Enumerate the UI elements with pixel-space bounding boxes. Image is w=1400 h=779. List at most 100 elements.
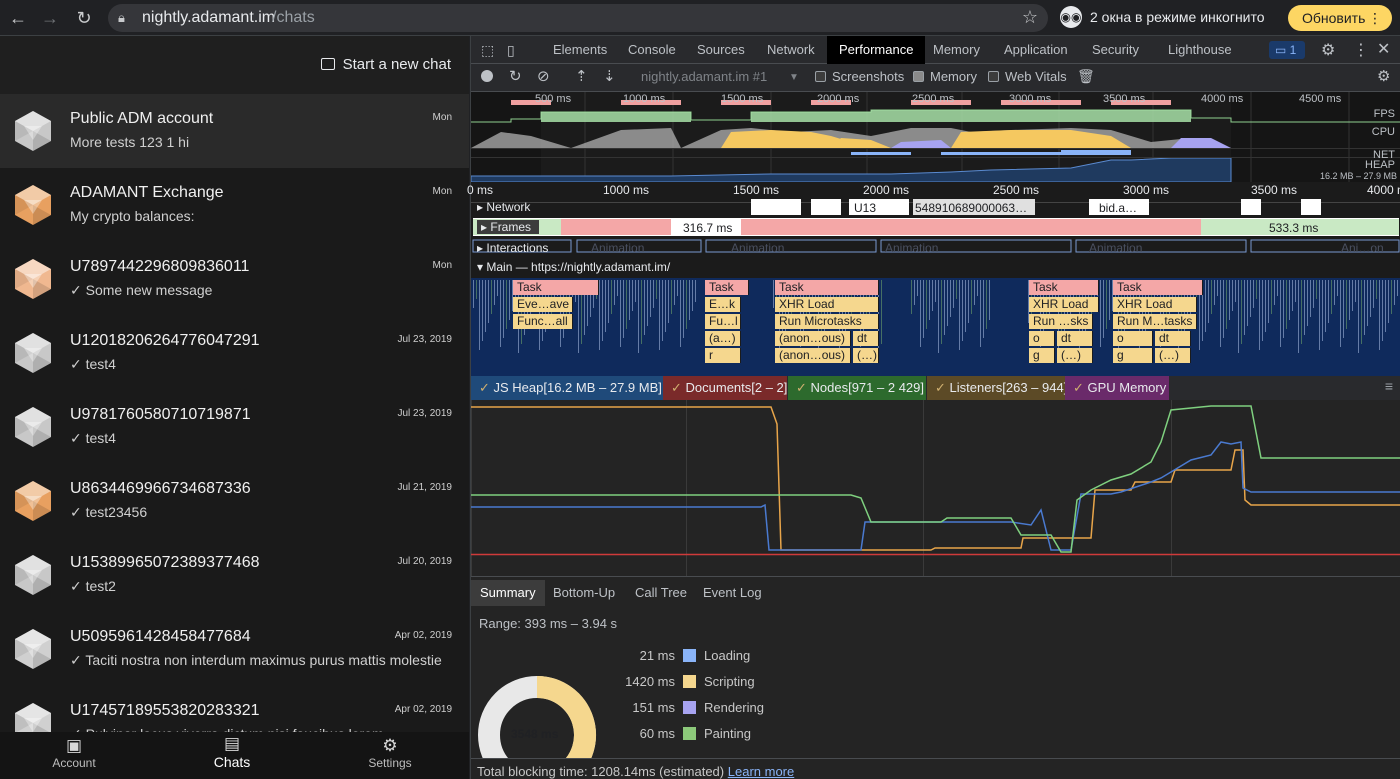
- flame-block-anon[interactable]: (anon…ous): [775, 348, 851, 363]
- devtools-menu-icon[interactable]: ⋮: [1353, 40, 1369, 60]
- main-thread-track[interactable]: ▾ Main — https://nightly.adamant.im/: [477, 260, 670, 274]
- chat-list-item[interactable]: Public ADM account More tests 123 1 hi Mon: [0, 94, 469, 168]
- timeline-overview[interactable]: FPS CPU NET HEAP 16.2 MB – 27.9 MB 500 m…: [471, 92, 1400, 182]
- flame-block-o[interactable]: o: [1113, 331, 1153, 346]
- devtools-settings-icon[interactable]: ⚙: [1321, 40, 1335, 60]
- start-new-chat-button[interactable]: Start a new chat: [320, 56, 451, 73]
- flame-block-g[interactable]: g: [1113, 348, 1153, 363]
- flame-block-micro[interactable]: Run Microtasks: [775, 314, 879, 329]
- download-icon[interactable]: ⇣: [603, 67, 616, 85]
- upload-icon[interactable]: ⇡: [575, 67, 588, 85]
- back-arrow-icon[interactable]: ←: [6, 6, 30, 30]
- tab-security[interactable]: Security: [1092, 36, 1139, 64]
- tab-lighthouse[interactable]: Lighthouse: [1168, 36, 1232, 64]
- tab-sources[interactable]: Sources: [697, 36, 745, 64]
- flame-block-o[interactable]: o: [1029, 331, 1055, 346]
- flame-block-eveave[interactable]: Eve…ave: [513, 297, 573, 312]
- flame-block-dt[interactable]: dt: [1057, 331, 1093, 346]
- chat-list-item[interactable]: U12018206264776047291 ✓ test4 Jul 23, 2019: [0, 316, 469, 390]
- tab-elements[interactable]: Elements: [553, 36, 607, 64]
- tab-application[interactable]: Application: [1004, 36, 1068, 64]
- flame-block-g[interactable]: g: [1029, 348, 1055, 363]
- flame-block-ellipsis_paren[interactable]: (…): [853, 348, 879, 363]
- counter-checkbox[interactable]: ✓ Documents[2 – 2]: [663, 376, 787, 400]
- clear-icon[interactable]: ⊘: [537, 67, 550, 85]
- tab-memory[interactable]: Memory: [933, 36, 980, 64]
- chat-list-item[interactable]: U9781760580710719871 ✓ test4 Jul 23, 2019: [0, 390, 469, 464]
- reload-icon[interactable]: ↻: [72, 6, 96, 30]
- flame-block-xhr[interactable]: XHR Load: [775, 297, 879, 312]
- bookmark-star-icon[interactable]: ☆: [1022, 7, 1038, 28]
- counter-checkbox[interactable]: ✓ GPU Memory: [1065, 376, 1169, 400]
- counter-checkbox[interactable]: ✓ JS Heap[16.2 MB – 27.9 MB]: [471, 376, 663, 400]
- inspect-element-icon[interactable]: ⬚: [481, 42, 494, 59]
- profile-select[interactable]: nightly.adamant.im #1: [641, 69, 767, 84]
- frames-track[interactable]: ▸ Frames: [477, 220, 540, 234]
- interactions-track[interactable]: ▸ Interactions: [477, 241, 548, 255]
- issues-badge[interactable]: ▭ 1: [1269, 41, 1305, 59]
- tab-summary[interactable]: Summary: [471, 580, 545, 606]
- tab-performance[interactable]: Performance: [827, 36, 926, 64]
- tab-console[interactable]: Console: [628, 36, 676, 64]
- chat-list-item[interactable]: U8634469966734687336 ✓ test23456 Jul 21, 2…: [0, 464, 469, 538]
- flame-chart[interactable]: ▸ Network U13 548910689000063… bid.a… ▸ …: [467, 182, 1400, 376]
- counters-menu-icon[interactable]: ≡: [1385, 378, 1393, 394]
- chat-list-item[interactable]: U5095961428458477684 ✓ Taciti nostra non …: [0, 612, 469, 686]
- network-request-long[interactable]: 548910689000063…: [915, 201, 1027, 215]
- memory-checkbox[interactable]: Memory: [913, 69, 977, 84]
- flame-block-task[interactable]: Task: [1113, 280, 1203, 295]
- screenshots-checkbox[interactable]: Screenshots: [815, 69, 904, 84]
- memory-graph[interactable]: [471, 400, 1400, 576]
- chat-list-item[interactable]: U7897442296809836011 ✓ Some new message Mo…: [0, 242, 469, 316]
- frame-duration-a[interactable]: 316.7 ms: [683, 221, 732, 235]
- chat-list-item[interactable]: ADAMANT Exchange My crypto balances: Mon: [0, 168, 469, 242]
- incognito-indicator[interactable]: ◉◉ 2 окна в режиме инкогнито: [1060, 5, 1282, 31]
- flame-block-runmtasks[interactable]: Run M…tasks: [1113, 314, 1197, 329]
- flame-block-dt[interactable]: dt: [853, 331, 879, 346]
- capture-settings-icon[interactable]: ⚙: [1377, 67, 1390, 85]
- flame-block-r[interactable]: r: [705, 348, 741, 363]
- forward-arrow-icon[interactable]: →: [38, 6, 62, 30]
- tab-network[interactable]: Network: [767, 36, 815, 64]
- counter-label: JS Heap[16.2 MB – 27.9 MB]: [493, 380, 662, 395]
- chat-list-item[interactable]: U15389965072389377468 ✓ test2 Jul 20, 2019: [0, 538, 469, 612]
- flame-block-task[interactable]: Task: [513, 280, 599, 295]
- flame-block-dt[interactable]: dt: [1155, 331, 1191, 346]
- network-track[interactable]: ▸ Network: [477, 200, 530, 214]
- flame-block-ellipsis_paren[interactable]: (…): [1057, 348, 1093, 363]
- counter-checkbox[interactable]: ✓ Listeners[263 – 944]: [927, 376, 1067, 400]
- flame-block-runsks[interactable]: Run …sks: [1029, 314, 1093, 329]
- learn-more-link[interactable]: Learn more: [728, 764, 794, 779]
- nav-settings[interactable]: ⚙ Settings: [330, 736, 450, 776]
- update-button[interactable]: Обновить ⋮: [1288, 5, 1392, 31]
- flame-block-ful[interactable]: Fu…l: [705, 314, 741, 329]
- trash-icon[interactable]: 🗑︎: [1077, 68, 1095, 85]
- flame-block-xhr[interactable]: XHR Load: [1113, 297, 1197, 312]
- network-request-u13[interactable]: U13: [854, 201, 876, 215]
- flame-block-funcall[interactable]: Func…all: [513, 314, 573, 329]
- flame-block-anon[interactable]: (anon…ous): [775, 331, 851, 346]
- reload-profile-icon[interactable]: ↻: [509, 67, 522, 85]
- nav-account[interactable]: ▣ Account: [14, 736, 134, 776]
- address-bar[interactable]: 🔒︎ nightly.adamant.im /chats ☆: [108, 4, 1048, 32]
- frame-duration-b[interactable]: 533.3 ms: [1269, 221, 1318, 235]
- flame-block-ellipsis_paren[interactable]: (…): [1155, 348, 1191, 363]
- flame-block-a_paren[interactable]: (a…): [705, 331, 741, 346]
- close-devtools-icon[interactable]: ✕: [1377, 39, 1390, 59]
- webvitals-checkbox[interactable]: Web Vitals: [988, 69, 1067, 84]
- flame-block-task[interactable]: Task: [705, 280, 749, 295]
- tab-bottom-up[interactable]: Bottom-Up: [553, 581, 615, 605]
- tab-event-log[interactable]: Event Log: [703, 581, 762, 605]
- nav-chats[interactable]: ▤ Chats: [172, 734, 292, 774]
- flame-block-task[interactable]: Task: [775, 280, 879, 295]
- device-toolbar-icon[interactable]: ▯: [507, 42, 515, 59]
- webvitals-check: [988, 71, 999, 82]
- flame-block-xhr[interactable]: XHR Load: [1029, 297, 1099, 312]
- flame-block-task[interactable]: Task: [1029, 280, 1099, 295]
- flame-block-ek[interactable]: E…k: [705, 297, 741, 312]
- network-request-bid[interactable]: bid.a…: [1099, 201, 1137, 215]
- counter-checkbox[interactable]: ✓ Nodes[971 – 2 429]: [788, 376, 926, 400]
- tab-call-tree[interactable]: Call Tree: [635, 581, 687, 605]
- record-icon[interactable]: [481, 70, 493, 82]
- animation-label-5: Ani…on: [1341, 241, 1384, 255]
